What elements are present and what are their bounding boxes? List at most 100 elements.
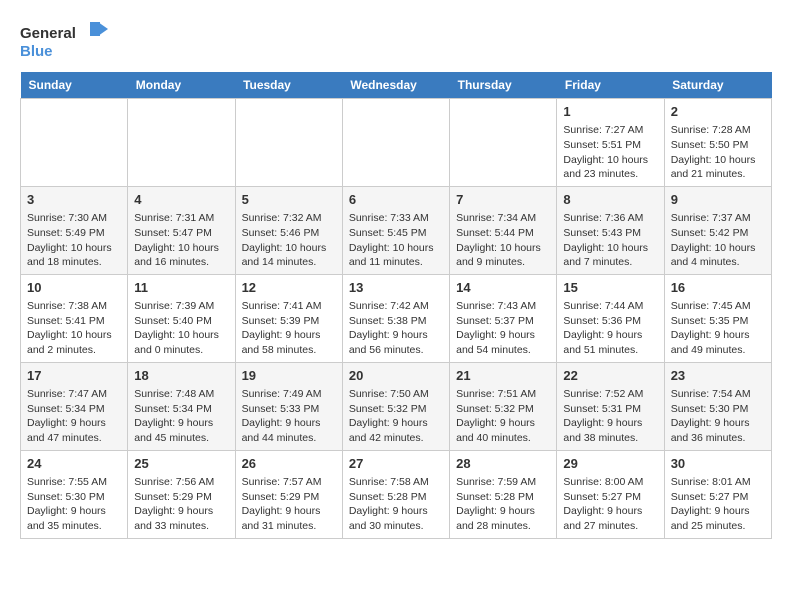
day-number: 13 xyxy=(349,279,443,297)
week-row-4: 17Sunrise: 7:47 AM Sunset: 5:34 PM Dayli… xyxy=(21,362,772,450)
day-content: Sunrise: 7:33 AM Sunset: 5:45 PM Dayligh… xyxy=(349,211,443,270)
calendar-cell xyxy=(235,99,342,187)
calendar-cell: 3 Sunrise: 7:30 AM Sunset: 5:49 PM Daylig… xyxy=(21,186,128,274)
day-content: Sunrise: 7:44 AM Sunset: 5:36 PM Dayligh… xyxy=(563,299,657,358)
day-number: 21 xyxy=(456,367,550,385)
day-number: 15 xyxy=(563,279,657,297)
day-content: Sunrise: 7:55 AM Sunset: 5:30 PM Dayligh… xyxy=(27,475,121,534)
calendar-cell: 9 Sunrise: 7:37 AM Sunset: 5:42 PM Daylig… xyxy=(664,186,771,274)
day-content: Sunrise: 7:57 AM Sunset: 5:29 PM Dayligh… xyxy=(242,475,336,534)
calendar-cell: 15 Sunrise: 7:44 AM Sunset: 5:36 PM Dayli… xyxy=(557,274,664,362)
day-content: Sunrise: 7:45 AM Sunset: 5:35 PM Dayligh… xyxy=(671,299,765,358)
calendar-cell: 10 Sunrise: 7:38 AM Sunset: 5:41 PM Dayli… xyxy=(21,274,128,362)
calendar-cell: 25 Sunrise: 7:56 AM Sunset: 5:29 PM Dayli… xyxy=(128,450,235,538)
day-content: Sunrise: 8:01 AM Sunset: 5:27 PM Dayligh… xyxy=(671,475,765,534)
day-content: Sunrise: 7:59 AM Sunset: 5:28 PM Dayligh… xyxy=(456,475,550,534)
week-row-1: 1 Sunrise: 7:27 AM Sunset: 5:51 PM Daylig… xyxy=(21,99,772,187)
day-number: 11 xyxy=(134,279,228,297)
day-number: 3 xyxy=(27,191,121,209)
day-content: Sunrise: 7:32 AM Sunset: 5:46 PM Dayligh… xyxy=(242,211,336,270)
day-content: Sunrise: 7:50 AM Sunset: 5:32 PM Dayligh… xyxy=(349,387,443,446)
day-number: 18 xyxy=(134,367,228,385)
day-content: Sunrise: 7:41 AM Sunset: 5:39 PM Dayligh… xyxy=(242,299,336,358)
calendar-cell: 29 Sunrise: 8:00 AM Sunset: 5:27 PM Dayli… xyxy=(557,450,664,538)
day-number: 9 xyxy=(671,191,765,209)
day-content: Sunrise: 7:42 AM Sunset: 5:38 PM Dayligh… xyxy=(349,299,443,358)
calendar-cell: 27 Sunrise: 7:58 AM Sunset: 5:28 PM Dayli… xyxy=(342,450,449,538)
calendar-cell xyxy=(128,99,235,187)
day-content: Sunrise: 8:00 AM Sunset: 5:27 PM Dayligh… xyxy=(563,475,657,534)
week-row-5: 24 Sunrise: 7:55 AM Sunset: 5:30 PM Dayli… xyxy=(21,450,772,538)
calendar-cell: 14 Sunrise: 7:43 AM Sunset: 5:37 PM Dayli… xyxy=(450,274,557,362)
calendar-cell xyxy=(342,99,449,187)
day-number: 16 xyxy=(671,279,765,297)
calendar-cell: 16 Sunrise: 7:45 AM Sunset: 5:35 PM Dayli… xyxy=(664,274,771,362)
header-cell-monday: Monday xyxy=(128,72,235,99)
day-content: Sunrise: 7:31 AM Sunset: 5:47 PM Dayligh… xyxy=(134,211,228,270)
calendar-cell: 22 Sunrise: 7:52 AM Sunset: 5:31 PM Dayli… xyxy=(557,362,664,450)
day-number: 10 xyxy=(27,279,121,297)
day-content: Sunrise: 7:28 AM Sunset: 5:50 PM Dayligh… xyxy=(671,123,765,182)
calendar-cell xyxy=(21,99,128,187)
day-content: Sunrise: 7:30 AM Sunset: 5:49 PM Dayligh… xyxy=(27,211,121,270)
calendar-cell: 30 Sunrise: 8:01 AM Sunset: 5:27 PM Dayli… xyxy=(664,450,771,538)
day-number: 4 xyxy=(134,191,228,209)
calendar-header-row: SundayMondayTuesdayWednesdayThursdayFrid… xyxy=(21,72,772,99)
header-cell-friday: Friday xyxy=(557,72,664,99)
day-number: 29 xyxy=(563,455,657,473)
calendar-cell: 17Sunrise: 7:47 AM Sunset: 5:34 PM Dayli… xyxy=(21,362,128,450)
day-content: Sunrise: 7:36 AM Sunset: 5:43 PM Dayligh… xyxy=(563,211,657,270)
day-number: 6 xyxy=(349,191,443,209)
header-cell-saturday: Saturday xyxy=(664,72,771,99)
calendar-cell: 23 Sunrise: 7:54 AM Sunset: 5:30 PM Dayli… xyxy=(664,362,771,450)
day-content: Sunrise: 7:37 AM Sunset: 5:42 PM Dayligh… xyxy=(671,211,765,270)
calendar-cell: 11 Sunrise: 7:39 AM Sunset: 5:40 PM Dayli… xyxy=(128,274,235,362)
day-content: Sunrise: 7:52 AM Sunset: 5:31 PM Dayligh… xyxy=(563,387,657,446)
day-number: 25 xyxy=(134,455,228,473)
day-content: Sunrise: 7:43 AM Sunset: 5:37 PM Dayligh… xyxy=(456,299,550,358)
day-content: Sunrise: 7:34 AM Sunset: 5:44 PM Dayligh… xyxy=(456,211,550,270)
calendar-cell xyxy=(450,99,557,187)
day-content: Sunrise: 7:58 AM Sunset: 5:28 PM Dayligh… xyxy=(349,475,443,534)
day-number: 1 xyxy=(563,103,657,121)
day-number: 22 xyxy=(563,367,657,385)
day-content: Sunrise: 7:39 AM Sunset: 5:40 PM Dayligh… xyxy=(134,299,228,358)
calendar-cell: 12 Sunrise: 7:41 AM Sunset: 5:39 PM Dayli… xyxy=(235,274,342,362)
calendar-cell: 19Sunrise: 7:49 AM Sunset: 5:33 PM Dayli… xyxy=(235,362,342,450)
calendar-cell: 28 Sunrise: 7:59 AM Sunset: 5:28 PM Dayli… xyxy=(450,450,557,538)
calendar-cell: 24 Sunrise: 7:55 AM Sunset: 5:30 PM Dayli… xyxy=(21,450,128,538)
calendar-cell: 7 Sunrise: 7:34 AM Sunset: 5:44 PM Daylig… xyxy=(450,186,557,274)
day-number: 17 xyxy=(27,367,121,385)
day-content: Sunrise: 7:56 AM Sunset: 5:29 PM Dayligh… xyxy=(134,475,228,534)
header: General Blue xyxy=(20,20,772,62)
calendar-cell: 13 Sunrise: 7:42 AM Sunset: 5:38 PM Dayli… xyxy=(342,274,449,362)
calendar-cell: 8 Sunrise: 7:36 AM Sunset: 5:43 PM Daylig… xyxy=(557,186,664,274)
header-cell-wednesday: Wednesday xyxy=(342,72,449,99)
day-content: Sunrise: 7:54 AM Sunset: 5:30 PM Dayligh… xyxy=(671,387,765,446)
calendar-cell: 18 Sunrise: 7:48 AM Sunset: 5:34 PM Dayli… xyxy=(128,362,235,450)
day-number: 28 xyxy=(456,455,550,473)
day-number: 8 xyxy=(563,191,657,209)
day-number: 12 xyxy=(242,279,336,297)
calendar-body: 1 Sunrise: 7:27 AM Sunset: 5:51 PM Daylig… xyxy=(21,99,772,539)
day-number: 19 xyxy=(242,367,336,385)
calendar-cell: 26 Sunrise: 7:57 AM Sunset: 5:29 PM Dayli… xyxy=(235,450,342,538)
day-content: Sunrise: 7:38 AM Sunset: 5:41 PM Dayligh… xyxy=(27,299,121,358)
logo-svg: General Blue xyxy=(20,20,110,62)
day-number: 24 xyxy=(27,455,121,473)
day-number: 30 xyxy=(671,455,765,473)
svg-text:General: General xyxy=(20,25,76,42)
day-number: 27 xyxy=(349,455,443,473)
svg-text:Blue: Blue xyxy=(20,43,53,60)
day-number: 5 xyxy=(242,191,336,209)
calendar-cell: 20Sunrise: 7:50 AM Sunset: 5:32 PM Dayli… xyxy=(342,362,449,450)
day-number: 23 xyxy=(671,367,765,385)
day-content: Sunrise: 7:48 AM Sunset: 5:34 PM Dayligh… xyxy=(134,387,228,446)
week-row-2: 3 Sunrise: 7:30 AM Sunset: 5:49 PM Daylig… xyxy=(21,186,772,274)
header-cell-tuesday: Tuesday xyxy=(235,72,342,99)
logo: General Blue xyxy=(20,20,110,62)
day-number: 7 xyxy=(456,191,550,209)
day-number: 14 xyxy=(456,279,550,297)
day-content: Sunrise: 7:27 AM Sunset: 5:51 PM Dayligh… xyxy=(563,123,657,182)
day-number: 26 xyxy=(242,455,336,473)
